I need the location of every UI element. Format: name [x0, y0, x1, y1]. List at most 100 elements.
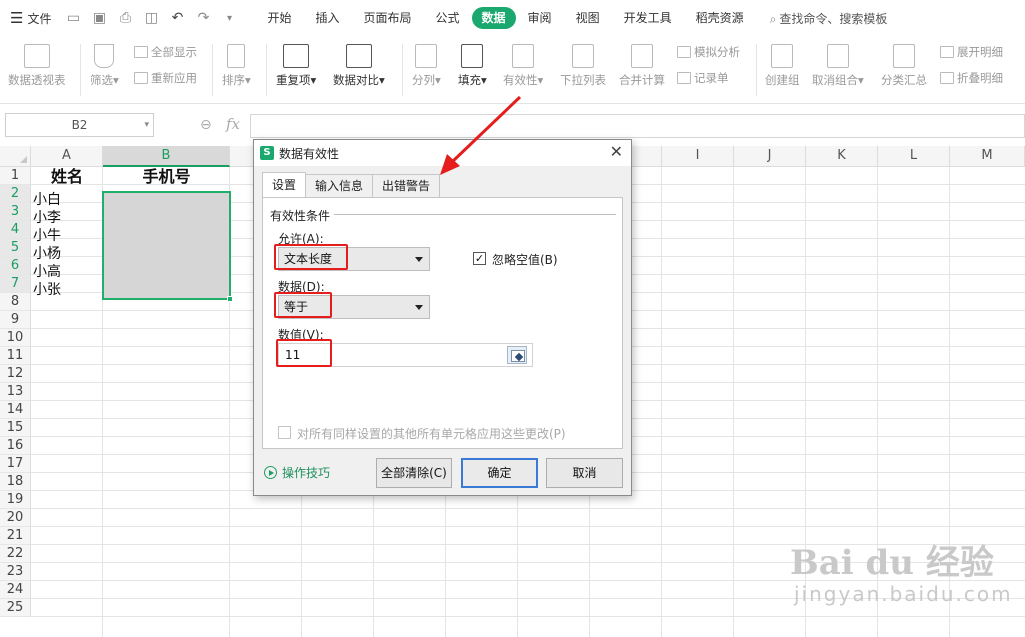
- undo-icon[interactable]: ↶: [167, 10, 187, 26]
- validity-button[interactable]: 有效性▾: [503, 44, 543, 88]
- tab-settings[interactable]: 设置: [262, 172, 307, 197]
- dropdown-list-button[interactable]: 下拉列表: [560, 44, 606, 88]
- row-header-10[interactable]: 10: [0, 329, 31, 347]
- dialog-title-bar[interactable]: S 数据有效性 ✕: [254, 140, 631, 166]
- menu-tab-page-layout[interactable]: 页面布局: [352, 7, 424, 29]
- sort-button[interactable]: 排序▾: [222, 44, 251, 88]
- value-input[interactable]: 11: [278, 343, 533, 367]
- expand-detail-button[interactable]: 展开明细: [940, 44, 1003, 60]
- pivot-table-button[interactable]: 数据透视表: [8, 44, 66, 88]
- menu-tab-view[interactable]: 视图: [564, 7, 612, 29]
- row-header-24[interactable]: 24: [0, 581, 31, 599]
- row-header-12[interactable]: 12: [0, 365, 31, 383]
- validity-label: 有效性: [503, 73, 538, 87]
- menu-tab-home[interactable]: 开始: [255, 7, 303, 29]
- row-header-5[interactable]: 5: [0, 239, 31, 257]
- cell-a1-header[interactable]: 姓名: [31, 168, 103, 186]
- save-icon[interactable]: ▭: [63, 10, 83, 26]
- column-header-k[interactable]: K: [806, 146, 878, 167]
- row-header-23[interactable]: 23: [0, 563, 31, 581]
- row-header-14[interactable]: 14: [0, 401, 31, 419]
- cell-a5[interactable]: 小杨: [33, 245, 61, 263]
- row-header-19[interactable]: 19: [0, 491, 31, 509]
- row-header-11[interactable]: 11: [0, 347, 31, 365]
- row-header-4[interactable]: 4: [0, 221, 31, 239]
- row-header-9[interactable]: 9: [0, 311, 31, 329]
- consolidate-button[interactable]: 合并计算: [619, 44, 665, 88]
- record-form-button[interactable]: 记录单: [677, 70, 729, 86]
- name-box[interactable]: B2 ▾: [5, 113, 154, 137]
- range-select-icon[interactable]: [507, 346, 527, 364]
- row-header-6[interactable]: 6: [0, 257, 31, 275]
- data-operator-select[interactable]: 等于: [278, 295, 430, 319]
- cell-a7[interactable]: 小张: [33, 281, 61, 299]
- name-box-dropdown-icon[interactable]: ▾: [144, 114, 149, 136]
- row-header-13[interactable]: 13: [0, 383, 31, 401]
- print-icon[interactable]: ⎙: [115, 10, 135, 26]
- data-compare-button[interactable]: 数据对比▾: [333, 44, 385, 88]
- wps-spreadsheet-window: ☰ 文件 ▭ ▣ ⎙ ◫ ↶ ↷ ▾ 开始 插入 页面布局 公式 数据 审阅 视…: [0, 0, 1025, 637]
- collapse-detail-button[interactable]: 折叠明细: [940, 70, 1003, 86]
- row-header-3[interactable]: 3: [0, 203, 31, 221]
- insert-function-icon[interactable]: fx: [226, 115, 240, 133]
- row-header-20[interactable]: 20: [0, 509, 31, 527]
- menu-tab-insert[interactable]: 插入: [303, 7, 351, 29]
- more-dropdown-icon[interactable]: ▾: [219, 13, 239, 24]
- filter-button[interactable]: 筛选▾: [90, 44, 119, 88]
- row-header-22[interactable]: 22: [0, 545, 31, 563]
- subtotal-button[interactable]: 分类汇总: [881, 44, 927, 88]
- show-all-button[interactable]: 全部显示: [134, 44, 197, 60]
- row-header-21[interactable]: 21: [0, 527, 31, 545]
- row-header-16[interactable]: 16: [0, 437, 31, 455]
- fill-button[interactable]: 填充▾: [458, 44, 487, 88]
- ok-button[interactable]: 确定: [461, 458, 538, 488]
- tab-error-alert[interactable]: 出错警告: [372, 174, 441, 197]
- ungroup-button[interactable]: 取消组合▾: [812, 44, 864, 88]
- column-header-b[interactable]: B: [103, 146, 230, 167]
- fill-handle[interactable]: [227, 296, 233, 302]
- export-pdf-icon[interactable]: ▣: [89, 10, 109, 26]
- column-header-a[interactable]: A: [31, 146, 103, 167]
- menu-tab-data[interactable]: 数据: [471, 7, 516, 29]
- close-icon[interactable]: ✕: [610, 142, 623, 161]
- reapply-button[interactable]: 重新应用: [134, 70, 197, 86]
- row-header-1[interactable]: 1: [0, 167, 31, 185]
- ignore-blank-checkbox[interactable]: ✓: [473, 252, 486, 265]
- select-all-corner[interactable]: [0, 146, 31, 167]
- menu-tab-review[interactable]: 审阅: [516, 7, 564, 29]
- row-header-7[interactable]: 7: [0, 275, 31, 293]
- operation-tips-link[interactable]: 操作技巧: [264, 464, 330, 481]
- print-preview-icon[interactable]: ◫: [141, 10, 161, 26]
- what-if-analysis-button[interactable]: 模拟分析: [677, 44, 740, 60]
- cell-a2[interactable]: 小白: [33, 191, 61, 209]
- clear-all-button[interactable]: 全部清除(C): [376, 458, 452, 488]
- file-menu[interactable]: ☰ 文件: [0, 9, 51, 27]
- create-group-button[interactable]: 创建组: [765, 44, 800, 88]
- redo-icon[interactable]: ↷: [193, 10, 213, 26]
- command-search[interactable]: ⌕ 查找命令、搜索模板: [770, 10, 888, 27]
- row-header-17[interactable]: 17: [0, 455, 31, 473]
- row-header-8[interactable]: 8: [0, 293, 31, 311]
- tab-input-message[interactable]: 输入信息: [305, 174, 374, 197]
- text-to-columns-button[interactable]: 分列▾: [412, 44, 441, 88]
- column-header-m[interactable]: M: [950, 146, 1025, 167]
- cell-b1-header[interactable]: 手机号: [103, 168, 230, 186]
- column-header-i[interactable]: I: [662, 146, 734, 167]
- cell-a6[interactable]: 小高: [33, 263, 61, 281]
- zoom-lookup-icon[interactable]: ⊖: [200, 117, 212, 133]
- cancel-button[interactable]: 取消: [546, 458, 623, 488]
- row-header-2[interactable]: 2: [0, 185, 31, 203]
- row-header-25[interactable]: 25: [0, 599, 31, 617]
- cell-a4[interactable]: 小牛: [33, 227, 61, 245]
- row-header-15[interactable]: 15: [0, 419, 31, 437]
- duplicates-button[interactable]: 重复项▾: [276, 44, 316, 88]
- menu-tab-docer[interactable]: 稻壳资源: [684, 7, 756, 29]
- column-header-j[interactable]: J: [734, 146, 806, 167]
- allow-select[interactable]: 文本长度: [278, 247, 430, 271]
- row-header-18[interactable]: 18: [0, 473, 31, 491]
- column-header-l[interactable]: L: [878, 146, 950, 167]
- formula-input[interactable]: [250, 114, 1025, 138]
- menu-tab-developer[interactable]: 开发工具: [612, 7, 684, 29]
- cell-a3[interactable]: 小李: [33, 209, 61, 227]
- menu-tab-formulas[interactable]: 公式: [424, 7, 472, 29]
